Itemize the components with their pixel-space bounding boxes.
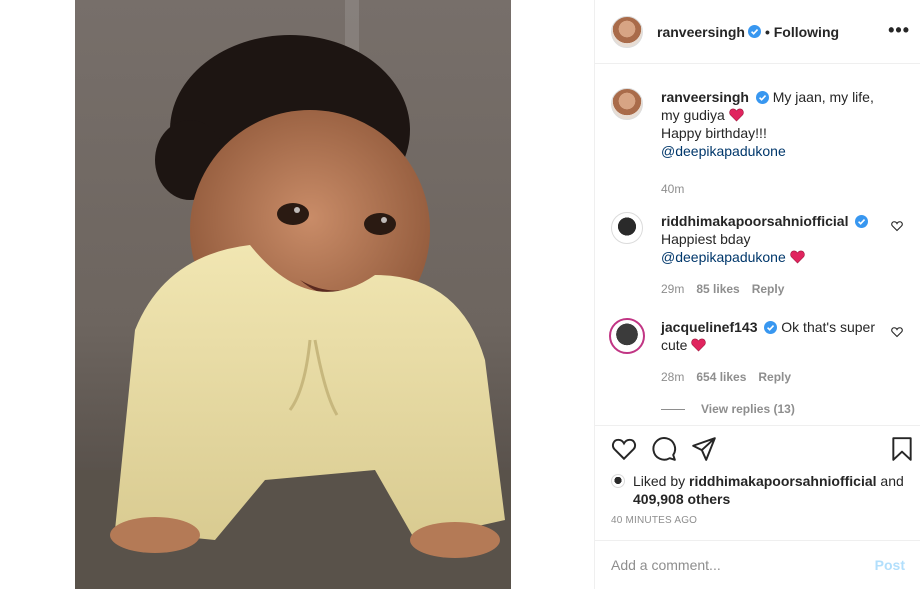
liked-by-user[interactable]: riddhimakapoorsahniofficial — [689, 473, 876, 489]
heart-icon[interactable] — [611, 436, 637, 462]
heart-icon[interactable] — [891, 220, 903, 232]
following-button[interactable]: • Following — [765, 24, 839, 40]
caption-username[interactable]: ranveersingh — [661, 89, 749, 105]
view-replies-button[interactable]: View replies (13) — [661, 402, 795, 416]
comment-input[interactable] — [611, 557, 875, 573]
comment-text: riddhimakapoorsahniofficial Happiest bda… — [661, 212, 891, 266]
comment-likes[interactable]: 654 likes — [696, 368, 746, 386]
commenter-username[interactable]: riddhimakapoorsahniofficial — [661, 213, 848, 229]
author-username[interactable]: ranveersingh — [657, 24, 745, 40]
action-bar — [611, 436, 915, 466]
red-heart-emoji-icon — [729, 108, 744, 122]
view-replies-label[interactable]: View replies (13) — [701, 402, 795, 416]
comment-meta: 28m 654 likes Reply — [661, 368, 891, 386]
liked-by-and: and — [880, 473, 904, 489]
comment-likes[interactable]: 85 likes — [696, 280, 739, 298]
comment-item: jacquelinef143 Ok that's super cute 28m … — [609, 318, 911, 386]
liked-by-text: Liked by riddhimakapoorsahniofficial and… — [633, 472, 904, 508]
comments-list[interactable]: ranveersingh My jaan, my life, my gudiya… — [595, 64, 920, 426]
post-button[interactable]: Post — [875, 557, 905, 573]
commenter-avatar[interactable] — [609, 318, 645, 354]
heart-icon[interactable] — [891, 326, 903, 338]
share-icon[interactable] — [691, 436, 717, 462]
comment-item: riddhimakapoorsahniofficial Happiest bda… — [611, 212, 911, 298]
verified-badge-icon — [755, 91, 769, 104]
instagram-post-modal: ranveersingh • Following ••• ranveersing… — [0, 0, 920, 589]
caption-avatar[interactable] — [611, 88, 643, 120]
comment-meta: 29m 85 likes Reply — [661, 280, 891, 298]
baby-photo-illustration — [75, 0, 511, 589]
comment-time[interactable]: 29m — [661, 280, 684, 298]
liked-by-others[interactable]: 409,908 others — [633, 491, 730, 507]
bookmark-icon[interactable] — [889, 436, 915, 462]
comment-text: jacquelinef143 Ok that's super cute — [661, 318, 891, 354]
post-photo[interactable] — [75, 0, 511, 589]
verified-badge-icon — [764, 321, 778, 334]
comment-time[interactable]: 28m — [661, 368, 684, 386]
verified-badge-icon — [747, 25, 761, 38]
author-avatar[interactable] — [611, 15, 643, 48]
verified-badge-icon — [855, 215, 869, 228]
caption-line2: Happy birthday!!! — [661, 125, 767, 141]
caption-time[interactable]: 40m — [661, 180, 684, 198]
post-details-panel: ranveersingh • Following ••• ranveersing… — [594, 0, 920, 589]
comment-icon[interactable] — [651, 436, 677, 462]
red-heart-emoji-icon — [691, 338, 707, 352]
add-comment-bar: Post — [595, 540, 920, 589]
liked-by-prefix: Liked by — [633, 473, 686, 489]
liker-avatar[interactable] — [611, 474, 625, 488]
red-heart-emoji-icon — [789, 250, 805, 264]
caption: ranveersingh My jaan, my life, my gudiya… — [611, 88, 911, 198]
caption-mention[interactable]: @deepikapadukone — [661, 143, 786, 159]
post-timestamp[interactable]: 40 MINUTES AGO — [611, 515, 697, 526]
commenter-avatar[interactable] — [611, 212, 643, 244]
replies-divider — [661, 408, 685, 410]
comment-body: Happiest bday — [661, 231, 751, 247]
reply-button[interactable]: Reply — [758, 368, 791, 386]
likes-summary: Liked by riddhimakapoorsahniofficial and… — [611, 472, 911, 508]
more-dots-icon[interactable]: ••• — [888, 20, 910, 41]
caption-text: ranveersingh My jaan, my life, my gudiya… — [661, 88, 891, 160]
commenter-username[interactable]: jacquelinef143 — [661, 319, 758, 335]
post-header: ranveersingh • Following ••• — [595, 0, 920, 64]
comment-mention[interactable]: @deepikapadukone — [661, 249, 786, 265]
caption-meta: 40m — [661, 180, 891, 198]
reply-button[interactable]: Reply — [752, 280, 785, 298]
